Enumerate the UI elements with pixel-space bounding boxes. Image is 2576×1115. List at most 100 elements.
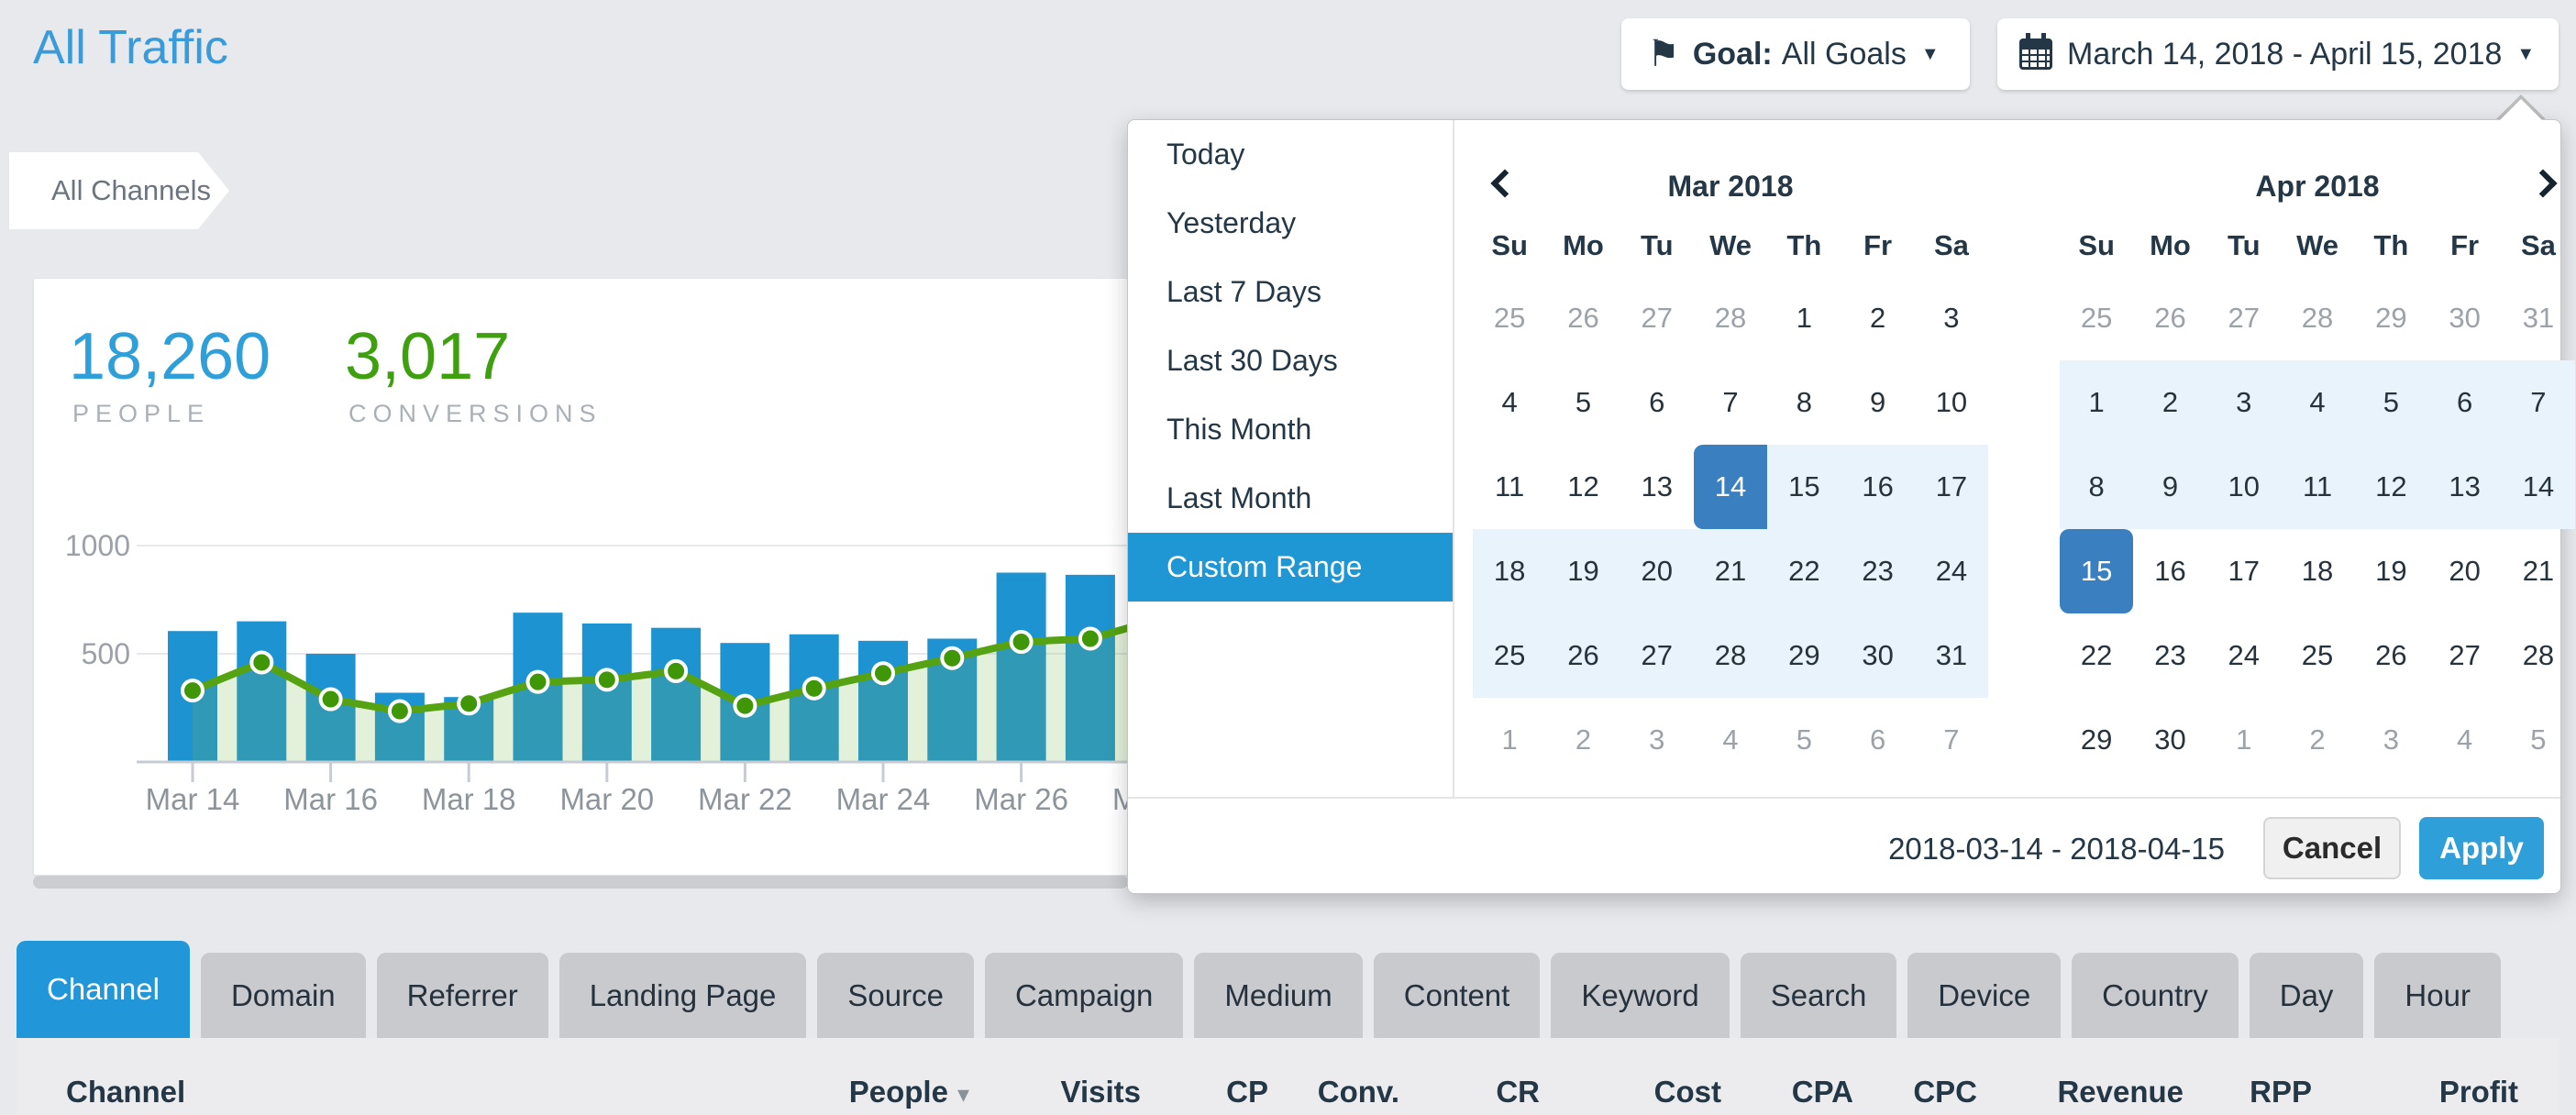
calendar-day-25[interactable]: 25 (1473, 276, 1546, 360)
calendar-day-4[interactable]: 4 (1694, 698, 1767, 782)
calendar-day-13[interactable]: 13 (2427, 445, 2501, 529)
calendar-day-27[interactable]: 27 (2207, 276, 2281, 360)
tab-device[interactable]: Device (1907, 953, 2061, 1038)
calendar-day-28[interactable]: 28 (2502, 613, 2575, 698)
column-header-cpc[interactable]: CPC (1913, 1075, 1977, 1109)
preset-custom-range[interactable]: Custom Range (1128, 533, 1453, 602)
preset-last-month[interactable]: Last Month (1128, 464, 1453, 533)
calendar-day-10[interactable]: 10 (2207, 445, 2281, 529)
calendar-day-29[interactable]: 29 (2060, 698, 2133, 782)
calendar-day-27[interactable]: 27 (2427, 613, 2501, 698)
calendar-day-21[interactable]: 21 (1694, 529, 1767, 613)
calendar-day-24[interactable]: 24 (1915, 529, 1988, 613)
calendar-day-5[interactable]: 5 (1546, 360, 1620, 445)
calendar-day-28[interactable]: 28 (1694, 613, 1767, 698)
calendar-day-26[interactable]: 26 (1546, 276, 1620, 360)
calendar-day-7[interactable]: 7 (1694, 360, 1767, 445)
column-header-cp[interactable]: CP (1226, 1075, 1268, 1109)
calendar-day-5[interactable]: 5 (2354, 360, 2427, 445)
apply-button[interactable]: Apply (2419, 817, 2544, 879)
calendar-day-15[interactable]: 15 (1767, 445, 1841, 529)
tab-medium[interactable]: Medium (1194, 953, 1362, 1038)
calendar-day-14[interactable]: 14 (1694, 445, 1767, 529)
preset-today[interactable]: Today (1128, 120, 1453, 189)
column-header-channel[interactable]: Channel (66, 1075, 185, 1109)
calendar-day-2[interactable]: 2 (2281, 698, 2354, 782)
calendar-day-2[interactable]: 2 (2133, 360, 2206, 445)
calendar-day-30[interactable]: 30 (2427, 276, 2501, 360)
calendar-day-29[interactable]: 29 (2354, 276, 2427, 360)
calendar-day-31[interactable]: 31 (1915, 613, 1988, 698)
calendar-day-17[interactable]: 17 (1915, 445, 1988, 529)
calendar-day-8[interactable]: 8 (1767, 360, 1841, 445)
preset-last-30-days[interactable]: Last 30 Days (1128, 326, 1453, 395)
calendar-day-3[interactable]: 3 (2354, 698, 2427, 782)
column-header-conv[interactable]: Conv. (1318, 1075, 1399, 1109)
calendar-day-26[interactable]: 26 (1546, 613, 1620, 698)
preset-this-month[interactable]: This Month (1128, 395, 1453, 464)
column-header-rpp[interactable]: RPP (2250, 1075, 2312, 1109)
tab-search[interactable]: Search (1741, 953, 1897, 1038)
cancel-button[interactable]: Cancel (2263, 817, 2401, 879)
column-header-people[interactable]: People▾ (849, 1075, 969, 1109)
calendar-day-8[interactable]: 8 (2060, 445, 2133, 529)
calendar-day-13[interactable]: 13 (1620, 445, 1694, 529)
column-header-profit[interactable]: Profit (2439, 1075, 2518, 1109)
tab-source[interactable]: Source (817, 953, 974, 1038)
tab-hour[interactable]: Hour (2374, 953, 2501, 1038)
column-header-visits[interactable]: Visits (1061, 1075, 1141, 1109)
calendar-day-1[interactable]: 1 (1473, 698, 1546, 782)
calendar-day-17[interactable]: 17 (2207, 529, 2281, 613)
tab-content[interactable]: Content (1374, 953, 1541, 1038)
calendar-day-30[interactable]: 30 (1841, 613, 1914, 698)
goal-selector-button[interactable]: ⚑ Goal: All Goals ▼ (1621, 18, 1970, 90)
tab-channel[interactable]: Channel (17, 941, 190, 1038)
calendar-day-25[interactable]: 25 (2060, 276, 2133, 360)
calendar-day-12[interactable]: 12 (1546, 445, 1620, 529)
calendar-day-9[interactable]: 9 (1841, 360, 1914, 445)
calendar-day-10[interactable]: 10 (1915, 360, 1988, 445)
calendar-day-19[interactable]: 19 (1546, 529, 1620, 613)
tab-country[interactable]: Country (2072, 953, 2239, 1038)
calendar-day-5[interactable]: 5 (2502, 698, 2575, 782)
calendar-day-20[interactable]: 20 (2427, 529, 2501, 613)
calendar-day-26[interactable]: 26 (2133, 276, 2206, 360)
calendar-day-28[interactable]: 28 (1694, 276, 1767, 360)
tab-day[interactable]: Day (2250, 953, 2364, 1038)
calendar-day-2[interactable]: 2 (1546, 698, 1620, 782)
calendar-day-18[interactable]: 18 (2281, 529, 2354, 613)
calendar-day-18[interactable]: 18 (1473, 529, 1546, 613)
preset-last-7-days[interactable]: Last 7 Days (1128, 258, 1453, 326)
calendar-day-31[interactable]: 31 (2502, 276, 2575, 360)
calendar-day-29[interactable]: 29 (1767, 613, 1841, 698)
calendar-day-26[interactable]: 26 (2354, 613, 2427, 698)
calendar-day-1[interactable]: 1 (1767, 276, 1841, 360)
calendar-day-16[interactable]: 16 (2133, 529, 2206, 613)
tab-referrer[interactable]: Referrer (377, 953, 548, 1038)
column-header-cost[interactable]: Cost (1654, 1075, 1721, 1109)
calendar-day-7[interactable]: 7 (1915, 698, 1988, 782)
calendar-day-28[interactable]: 28 (2281, 276, 2354, 360)
calendar-day-11[interactable]: 11 (2281, 445, 2354, 529)
calendar-day-4[interactable]: 4 (1473, 360, 1546, 445)
calendar-day-20[interactable]: 20 (1620, 529, 1694, 613)
calendar-day-9[interactable]: 9 (2133, 445, 2206, 529)
calendar-day-30[interactable]: 30 (2133, 698, 2206, 782)
calendar-day-24[interactable]: 24 (2207, 613, 2281, 698)
column-header-revenue[interactable]: Revenue (2057, 1075, 2184, 1109)
calendar-day-22[interactable]: 22 (2060, 613, 2133, 698)
calendar-day-3[interactable]: 3 (1620, 698, 1694, 782)
calendar-day-23[interactable]: 23 (2133, 613, 2206, 698)
calendar-day-27[interactable]: 27 (1620, 276, 1694, 360)
calendar-day-4[interactable]: 4 (2427, 698, 2501, 782)
calendar-day-19[interactable]: 19 (2354, 529, 2427, 613)
calendar-day-12[interactable]: 12 (2354, 445, 2427, 529)
preset-yesterday[interactable]: Yesterday (1128, 189, 1453, 258)
tab-domain[interactable]: Domain (201, 953, 366, 1038)
calendar-day-21[interactable]: 21 (2502, 529, 2575, 613)
column-header-cr[interactable]: CR (1496, 1075, 1540, 1109)
tab-landing-page[interactable]: Landing Page (559, 953, 807, 1038)
horizontal-scrollbar[interactable] (33, 876, 1128, 889)
calendar-day-15[interactable]: 15 (2060, 529, 2133, 613)
calendar-day-6[interactable]: 6 (1620, 360, 1694, 445)
